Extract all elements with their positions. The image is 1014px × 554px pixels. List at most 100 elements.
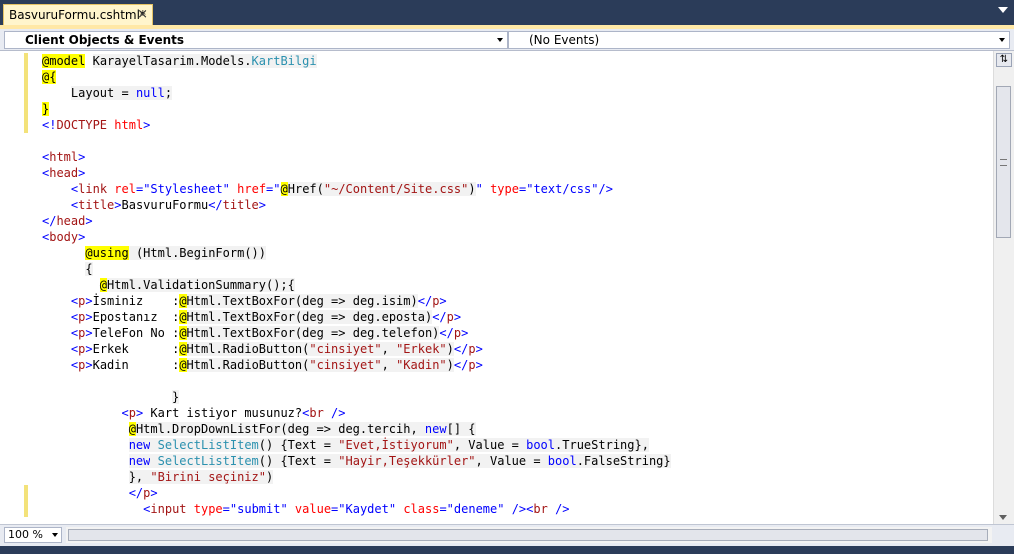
code-token: Kart istiyor musunuz? — [143, 406, 303, 420]
code-token: p — [446, 310, 454, 324]
code-token: , Value = — [475, 454, 548, 468]
code-token: "submit" — [229, 502, 288, 516]
code-line[interactable]: <p>Kadin :@Html.RadioButton("cinsiyet", … — [42, 357, 671, 373]
horizontal-scroll-thumb[interactable] — [68, 529, 988, 541]
dropdown-arrow-icon — [497, 38, 503, 42]
code-token: > — [461, 326, 469, 340]
code-line[interactable]: <html> — [42, 149, 671, 165]
code-token: class — [403, 502, 440, 516]
events-dropdown[interactable]: (No Events) — [508, 31, 1010, 49]
code-token: DOCTYPE — [56, 118, 108, 132]
horizontal-scrollbar[interactable] — [66, 527, 992, 543]
code-token: @ — [179, 358, 187, 372]
code-line[interactable]: @model KarayelTasarim.Models.KartBilgi — [42, 53, 671, 69]
code-line[interactable]: <p> Kart istiyor musunuz?<br /> — [42, 405, 671, 421]
chevron-down-icon[interactable] — [998, 7, 1008, 13]
code-token: @ — [179, 310, 187, 324]
code-line[interactable]: }, "Birini seçiniz") — [42, 469, 671, 485]
code-token: @ — [280, 182, 288, 196]
code-token: ) — [468, 182, 476, 196]
code-token: /> — [547, 502, 570, 516]
code-text[interactable]: @model KarayelTasarim.Models.KartBilgi @{… — [42, 53, 671, 517]
code-token: "cinsiyet" — [309, 358, 382, 372]
scroll-thumb[interactable] — [996, 86, 1011, 238]
code-line[interactable]: <link rel="Stylesheet" href="@Href("~/Co… — [42, 181, 671, 197]
code-token: new — [424, 422, 447, 436]
tab-basvuruformu[interactable]: BasvuruFormu.cshtml* × — [3, 4, 153, 25]
code-token: head — [49, 166, 79, 180]
code-token: Layout = — [70, 86, 136, 100]
code-token: "Kadin" — [396, 358, 447, 372]
editor-status-bar: 100 % — [0, 524, 1014, 546]
code-token: </ — [208, 198, 223, 212]
code-token: () {Text = — [258, 438, 339, 452]
code-line[interactable]: <p>TeleFon No :@Html.TextBoxFor(deg => d… — [42, 325, 671, 341]
code-token: Html.RadioButton( — [186, 342, 310, 356]
code-token: BasvuruFormu — [121, 198, 209, 212]
close-icon[interactable]: × — [137, 5, 148, 25]
code-line[interactable]: <p>İsminiz :@Html.TextBoxFor(deg => deg.… — [42, 293, 671, 309]
code-token: Epostanız : — [92, 310, 180, 324]
code-line[interactable]: Layout = null; — [42, 85, 671, 101]
code-line[interactable]: </p> — [42, 485, 671, 501]
code-line[interactable]: { — [42, 261, 671, 277]
code-token: ) — [446, 358, 454, 372]
code-line[interactable]: </head> — [42, 213, 671, 229]
editor-frame: Client Objects & Events (No Events) @mod… — [0, 29, 1014, 546]
code-line[interactable]: @Html.ValidationSummary();{ — [42, 277, 671, 293]
code-token: title — [222, 198, 259, 212]
code-token: @model — [42, 54, 86, 68]
code-token: br — [309, 406, 324, 420]
code-line[interactable]: } — [42, 101, 671, 117]
code-token: Html.TextBoxFor(deg => deg.eposta) — [186, 310, 433, 324]
code-token: Kadin : — [92, 358, 180, 372]
code-line[interactable]: <input type="submit" value="Kaydet" clas… — [42, 501, 671, 517]
code-token: ; — [164, 86, 173, 100]
vertical-scrollbar[interactable]: ⇅ — [993, 51, 1014, 524]
code-line[interactable]: @Html.DropDownListFor(deg => deg.tercih,… — [42, 421, 671, 437]
code-token: title — [78, 198, 115, 212]
code-line[interactable]: <body> — [42, 229, 671, 245]
code-line[interactable]: @{ — [42, 69, 671, 85]
code-editor[interactable]: @model KarayelTasarim.Models.KartBilgi @{… — [0, 51, 993, 524]
split-icon[interactable]: ⇅ — [996, 53, 1012, 67]
change-marker — [24, 53, 28, 117]
dropdown-arrow-icon — [52, 533, 58, 537]
code-token: type — [490, 182, 519, 196]
code-line[interactable]: } — [42, 389, 671, 405]
code-token: () {Text = — [258, 454, 339, 468]
scroll-down-icon[interactable] — [999, 515, 1007, 520]
code-line[interactable]: <p>Erkek :@Html.RadioButton("cinsiyet", … — [42, 341, 671, 357]
code-line[interactable] — [42, 373, 671, 389]
code-line[interactable]: <title>BasvuruFormu</title> — [42, 197, 671, 213]
code-token: > — [114, 198, 122, 212]
code-line[interactable]: new SelectListItem() {Text = "Evet,İstiy… — [42, 437, 671, 453]
code-line[interactable]: <p>Epostanız :@Html.TextBoxFor(deg => de… — [42, 309, 671, 325]
code-token: , — [381, 342, 397, 356]
code-token: null — [135, 86, 165, 100]
code-line[interactable]: @using (Html.BeginForm()) — [42, 245, 671, 261]
code-token: link — [78, 182, 108, 196]
code-token: } — [42, 102, 50, 116]
code-line[interactable]: <!DOCTYPE html> — [42, 117, 671, 133]
code-token: p — [468, 358, 476, 372]
code-token: href — [237, 182, 267, 196]
code-line[interactable] — [42, 133, 671, 149]
code-token: "~/Content/Site.css" — [323, 182, 469, 196]
code-token: Html.DropDownListFor(deg => deg.tercih, — [135, 422, 425, 436]
code-line[interactable]: <head> — [42, 165, 671, 181]
code-token: }, — [128, 470, 151, 484]
code-line[interactable]: new SelectListItem() {Text = "Hayir,Teşe… — [42, 453, 671, 469]
code-token: Href( — [287, 182, 324, 196]
code-token: ) — [446, 342, 454, 356]
client-objects-dropdown[interactable]: Client Objects & Events — [4, 31, 508, 49]
code-token: </ — [432, 310, 447, 324]
zoom-dropdown[interactable]: 100 % — [4, 527, 62, 543]
code-token: Html.TextBoxFor(deg => deg.telefon) — [186, 326, 440, 340]
